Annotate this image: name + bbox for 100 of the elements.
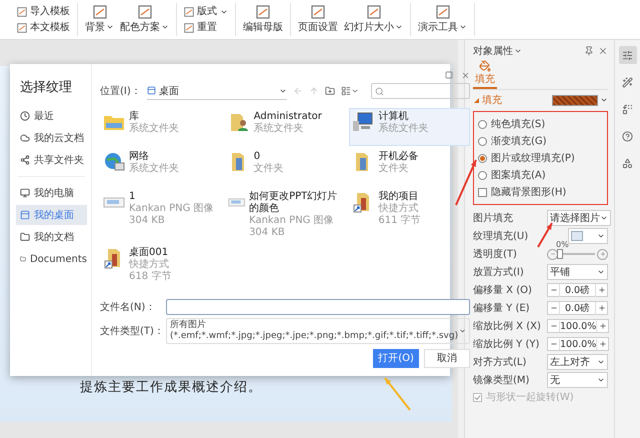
radio-button[interactable] (478, 154, 487, 162)
dropdown-select[interactable]: 请选择图片 (547, 210, 611, 226)
caret-icon (600, 214, 608, 222)
dropdown-select[interactable]: 左上对齐 (547, 354, 608, 370)
file-name: 网络 (129, 151, 150, 162)
dropdown-select[interactable]: 无 (547, 372, 608, 388)
plus-icon (600, 251, 606, 257)
number-stepper[interactable]: 0.0磅 (547, 283, 608, 297)
ribbon-button[interactable]: 演示工具 (418, 5, 467, 34)
file-item[interactable]: 库 系统文件夹 (100, 108, 221, 146)
caret-icon (597, 232, 605, 240)
cancel-button[interactable]: 取消 (424, 349, 470, 368)
number-stepper[interactable]: 100.0% (547, 319, 610, 333)
file-name: 库 (129, 111, 140, 122)
number-stepper[interactable]: 100.0% (547, 337, 610, 351)
file-name: 开机必备 (378, 151, 418, 162)
ribbon-button[interactable]: 幻灯片大小 (344, 5, 403, 34)
cloud-icon (20, 133, 30, 143)
file-detail: 快捷方式 (129, 259, 170, 270)
filename-field[interactable] (166, 299, 470, 315)
file-item[interactable]: 计算机 系统文件夹 (349, 108, 470, 146)
minus-icon (550, 251, 556, 257)
radio-button[interactable] (478, 136, 487, 146)
stepper-value: 0.0磅 (559, 284, 596, 296)
close-button[interactable] (598, 46, 608, 56)
slider-thumb[interactable] (557, 249, 563, 259)
file-detail: 快捷方式 (378, 203, 420, 214)
wand-icon (622, 76, 633, 88)
ribbon-tool-icon (17, 6, 27, 16)
ribbon-tool-icon (366, 5, 380, 19)
file-item[interactable]: 开机必备 文件夹 (349, 148, 470, 186)
radio-option[interactable]: 图片或纹理填充(P) (478, 150, 603, 166)
file-item[interactable]: 0 文件夹 (224, 148, 346, 186)
sidebar-item[interactable]: 共享文件夹 (16, 150, 87, 170)
ribbon-button[interactable]: 本文模板 (17, 20, 70, 34)
location-label: 位置(I)： (100, 84, 141, 98)
file-name: 桌面001 (129, 247, 170, 258)
file-item[interactable]: 我的项目 快捷方式 611 字节 (349, 188, 470, 242)
ribbon-button[interactable]: 编辑母版 (243, 5, 283, 34)
location-dropdown[interactable]: 桌面 (146, 82, 287, 100)
panel-title[interactable]: 对象属性 (473, 44, 522, 58)
dropdown-select[interactable]: 平铺 (547, 264, 608, 280)
filename-label: 文件名(N)： (100, 300, 156, 314)
ribbon-button[interactable]: 配色方案 (120, 5, 169, 34)
file-detail: Kankan PNG 图像 (249, 215, 335, 227)
file-item[interactable]: 网络 系统文件夹 (100, 148, 221, 186)
ribbon-button[interactable]: 页面设置 (298, 5, 338, 34)
file-detail: 304 KB (249, 227, 286, 239)
radio-option[interactable]: 图案填充(A) (478, 167, 603, 183)
file-item[interactable]: Administrator 系统文件夹 (224, 108, 346, 146)
number-stepper[interactable]: 0.0磅 (547, 301, 608, 315)
caret-icon (514, 47, 522, 55)
file-detail: 文件夹 (254, 163, 284, 175)
radio-option[interactable]: 纯色填充(S) (478, 116, 603, 132)
file-item[interactable]: 1 Kankan PNG 图像 304 KB (100, 188, 221, 242)
ribbon-button[interactable]: 重置 (184, 20, 228, 34)
sidebar-item[interactable]: 最近 (16, 106, 87, 126)
ribbon-button[interactable]: 版式 (184, 4, 228, 18)
radio-button[interactable] (478, 120, 487, 128)
sidebar-item[interactable]: 我的云文档 (16, 128, 87, 148)
back-icon (292, 86, 303, 96)
increase-button[interactable] (597, 248, 608, 260)
filetype-dropdown[interactable]: 所有图片 (*.emf;*.wmf;*.jpg;*.jpeg;*.jpe;*.png;*.bmp;*.gif;*.tif;*.tiff;*.svg) (166, 318, 470, 344)
maximize-button[interactable] (445, 70, 454, 80)
texture-dropdown[interactable] (568, 228, 608, 244)
property-label: 纹理填充(U) (473, 230, 530, 243)
ribbon-button[interactable]: 导入模板 (17, 4, 70, 18)
file-detail: 系统文件夹 (378, 123, 428, 135)
fill-swatch-dropdown[interactable] (552, 94, 608, 106)
close-button[interactable] (461, 70, 470, 80)
maximize-icon (445, 71, 454, 79)
radio-option[interactable]: 渐变填充(G) (478, 133, 603, 149)
caret-icon (459, 23, 467, 31)
sidebar-item[interactable]: Documents (16, 249, 87, 269)
filetype-label: 文件类型(T)： (100, 324, 162, 338)
file-item[interactable]: 桌面001 快捷方式 618 字节 (100, 244, 221, 286)
share-icon (20, 155, 30, 165)
checkbox-option[interactable]: 隐藏背景图形(H) (478, 184, 603, 200)
file-detail: 611 字节 (378, 215, 421, 227)
file-detail: 系统文件夹 (129, 163, 179, 175)
caret-icon (106, 23, 114, 31)
property-label: 缩放比例 Y (Y) (473, 338, 540, 351)
sidebar-item[interactable]: 我的电脑 (16, 183, 87, 203)
file-item[interactable]: 如何更改PPT幻灯片的颜色 Kankan PNG 图像 304 KB (224, 188, 346, 242)
property-label: 对齐方式(L) (473, 356, 528, 369)
property-label: 透明度(T) (473, 248, 518, 261)
open-button[interactable]: 打开(O) (373, 349, 420, 368)
properties-button[interactable] (618, 46, 636, 64)
monitor-icon (20, 188, 30, 198)
pin-button[interactable] (584, 46, 594, 56)
search-field[interactable] (370, 83, 470, 99)
radio-button[interactable] (478, 170, 487, 180)
new-folder-button[interactable] (324, 86, 335, 96)
ribbon-button[interactable]: 背景 (85, 5, 114, 34)
slide-text: 提炼主要工作成果概述介绍。 (80, 379, 262, 396)
checkbox[interactable] (478, 188, 487, 196)
view-button[interactable] (340, 86, 359, 96)
folder-icon (20, 254, 26, 264)
caret-icon (350, 87, 359, 95)
sidebar-item[interactable]: 我的文档 (16, 227, 87, 247)
